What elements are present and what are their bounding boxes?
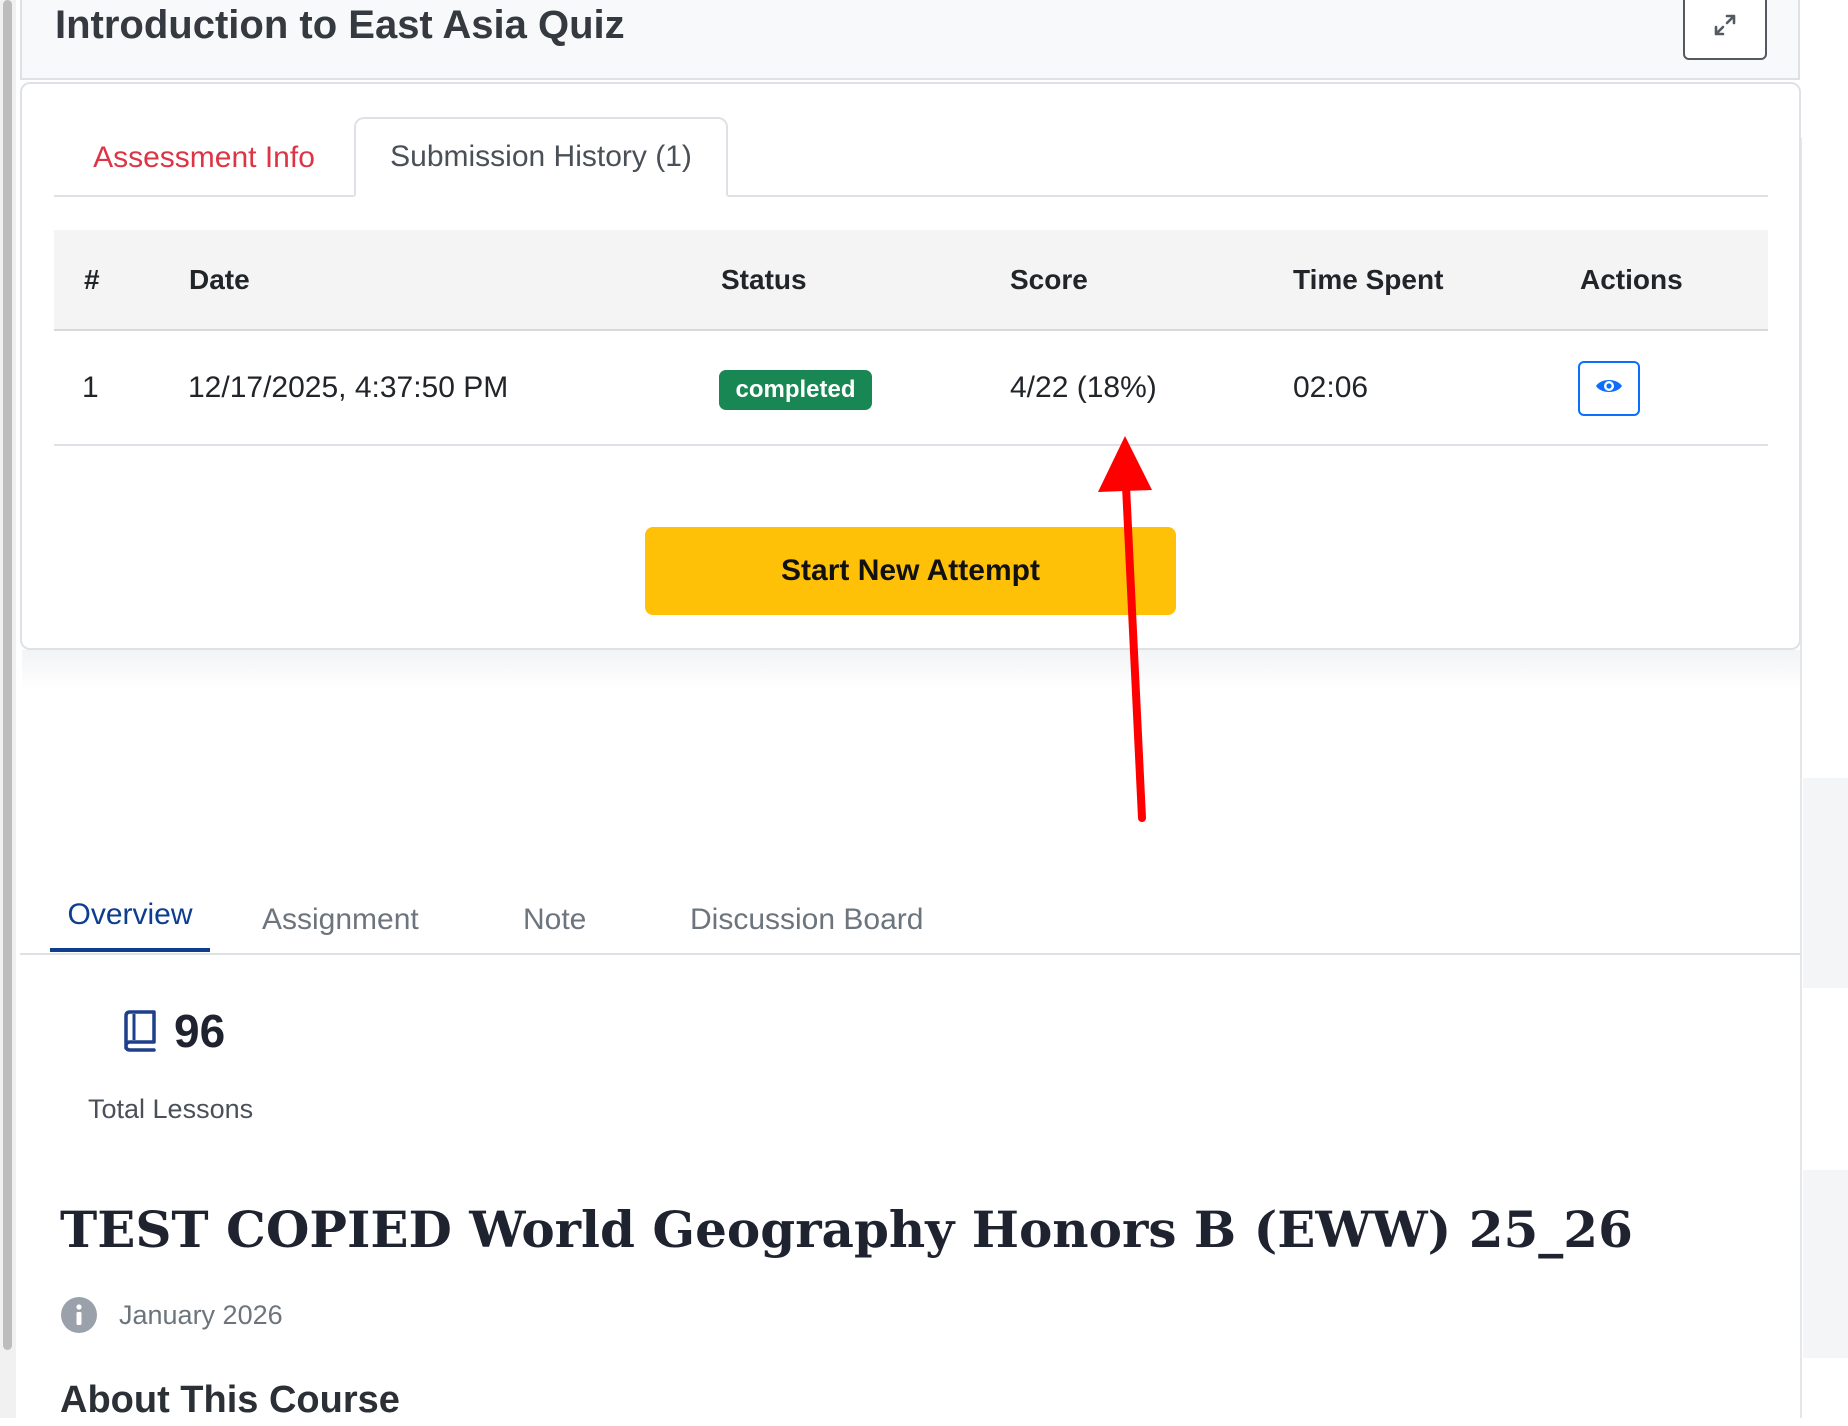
status-badge: completed: [719, 370, 872, 410]
cell-time-spent: 02:06: [1293, 371, 1369, 404]
course-tab-assignment[interactable]: Assignment: [262, 885, 419, 955]
view-attempt-button[interactable]: [1578, 361, 1640, 416]
info-icon: [61, 1297, 97, 1333]
divider: [54, 444, 1768, 446]
column-header-date: Date: [189, 264, 250, 295]
annotation-arrow: [1098, 436, 1152, 822]
right-panel-block: [1803, 1170, 1848, 1358]
book-icon: [124, 1010, 156, 1052]
table-header: [54, 230, 1768, 330]
cell-score: 4/22 (18%): [1010, 371, 1157, 404]
course-date: January 2026: [119, 1300, 283, 1330]
total-lessons-label: Total Lessons: [88, 1094, 254, 1124]
quiz-title: Introduction to East Asia Quiz: [55, 3, 625, 47]
course-tab-note[interactable]: Note: [523, 885, 586, 955]
expand-arrows-icon: [1713, 13, 1737, 37]
column-header-number: #: [84, 264, 100, 295]
cell-attempt-number: 1: [82, 371, 99, 404]
card-shadow: [22, 650, 1800, 690]
course-title: TEST COPIED World Geography Honors B (EW…: [60, 1200, 1633, 1259]
about-course-heading: About This Course: [60, 1379, 400, 1421]
column-header-time-spent: Time Spent: [1293, 264, 1444, 295]
column-header-score: Score: [1010, 264, 1088, 295]
tab-assessment-info[interactable]: Assessment Info: [54, 120, 354, 196]
column-header-status: Status: [721, 264, 807, 295]
active-tab-indicator: [50, 948, 210, 952]
right-panel-block: [1803, 778, 1848, 988]
column-header-actions: Actions: [1580, 264, 1683, 295]
cell-date: 12/17/2025, 4:37:50 PM: [188, 371, 509, 404]
tab-submission-history[interactable]: Submission History (1): [354, 117, 728, 197]
course-tab-discussion-board[interactable]: Discussion Board: [690, 885, 923, 955]
total-lessons-value: 96: [174, 1005, 226, 1057]
expand-button[interactable]: [1683, 0, 1767, 60]
eye-icon: [1594, 376, 1624, 401]
page-scrollbar-thumb[interactable]: [3, 0, 12, 1350]
course-tab-overview[interactable]: Overview: [50, 880, 210, 950]
